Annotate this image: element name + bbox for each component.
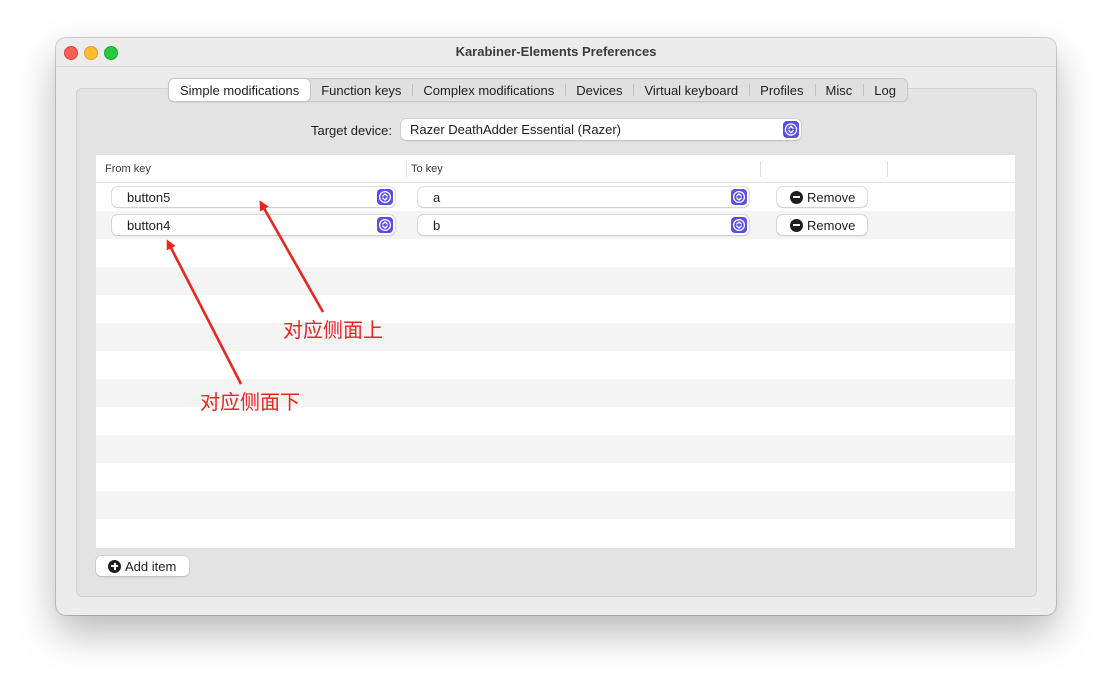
from-key-header[interactable]: From key — [105, 163, 151, 175]
tab-log[interactable]: Log — [863, 79, 907, 101]
remove-button-label: Remove — [807, 189, 856, 205]
empty-row — [96, 435, 1015, 463]
annotation-bottom-label: 对应侧面下 — [200, 390, 300, 414]
to-key-select[interactable]: a — [418, 187, 749, 207]
select-stepper-icon — [377, 189, 393, 205]
add-item-label: Add item — [125, 558, 177, 574]
title-bar[interactable]: Karabiner-Elements Preferences — [56, 38, 1056, 67]
from-key-value: button4 — [127, 218, 171, 233]
empty-row — [96, 519, 1015, 547]
table-row: button4 b Remove — [96, 211, 1015, 239]
to-key-header[interactable]: To key — [411, 163, 443, 175]
table-rows: button5 a Remove button4 b Remove — [96, 183, 1015, 547]
table-header: From key To key — [96, 155, 1015, 183]
column-divider — [887, 161, 888, 177]
tab-misc[interactable]: Misc — [814, 79, 864, 101]
plus-circle-icon — [108, 559, 121, 573]
minus-circle-icon — [790, 190, 803, 204]
from-key-select[interactable]: button5 — [112, 187, 395, 207]
from-key-value: button5 — [127, 190, 171, 205]
column-divider — [406, 161, 407, 177]
target-device-value: Razer DeathAdder Essential (Razer) — [410, 122, 621, 137]
select-stepper-icon — [731, 189, 747, 205]
empty-row — [96, 295, 1015, 323]
select-stepper-icon — [731, 217, 747, 233]
column-divider — [760, 161, 761, 177]
add-item-button[interactable]: Add item — [96, 556, 189, 576]
empty-row — [96, 463, 1015, 491]
table-row: button5 a Remove — [96, 183, 1015, 211]
empty-row — [96, 239, 1015, 267]
tab-complex-modifications[interactable]: Complex modifications — [412, 79, 565, 101]
select-stepper-icon — [377, 217, 393, 233]
empty-row — [96, 267, 1015, 295]
empty-row — [96, 491, 1015, 519]
target-device-select[interactable]: Razer DeathAdder Essential (Razer) — [401, 119, 801, 140]
preferences-window: Karabiner-Elements Preferences Simple mo… — [56, 38, 1056, 615]
window-title: Karabiner-Elements Preferences — [455, 44, 657, 59]
empty-row — [96, 351, 1015, 379]
select-stepper-icon — [783, 121, 799, 138]
tab-devices[interactable]: Devices — [565, 79, 633, 101]
target-device-label: Target device: — [311, 123, 392, 138]
minus-circle-icon — [790, 218, 803, 232]
annotation-top-label: 对应侧面上 — [283, 318, 383, 342]
remove-button[interactable]: Remove — [777, 187, 867, 207]
remove-button-label: Remove — [807, 217, 856, 233]
tab-virtual-keyboard[interactable]: Virtual keyboard — [633, 79, 749, 101]
from-key-select[interactable]: button4 — [112, 215, 395, 235]
remove-button[interactable]: Remove — [777, 215, 867, 235]
to-key-value: a — [433, 190, 441, 205]
tab-simple-modifications[interactable]: Simple modifications — [169, 79, 311, 101]
to-key-value: b — [433, 218, 441, 233]
tab-function-keys[interactable]: Function keys — [310, 79, 412, 101]
modifications-table: From key To key button5 a Remove button4… — [96, 155, 1015, 548]
to-key-select[interactable]: b — [418, 215, 749, 235]
tab-profiles[interactable]: Profiles — [749, 79, 814, 101]
empty-row — [96, 323, 1015, 351]
tab-bar: Simple modifications Function keys Compl… — [168, 78, 908, 102]
